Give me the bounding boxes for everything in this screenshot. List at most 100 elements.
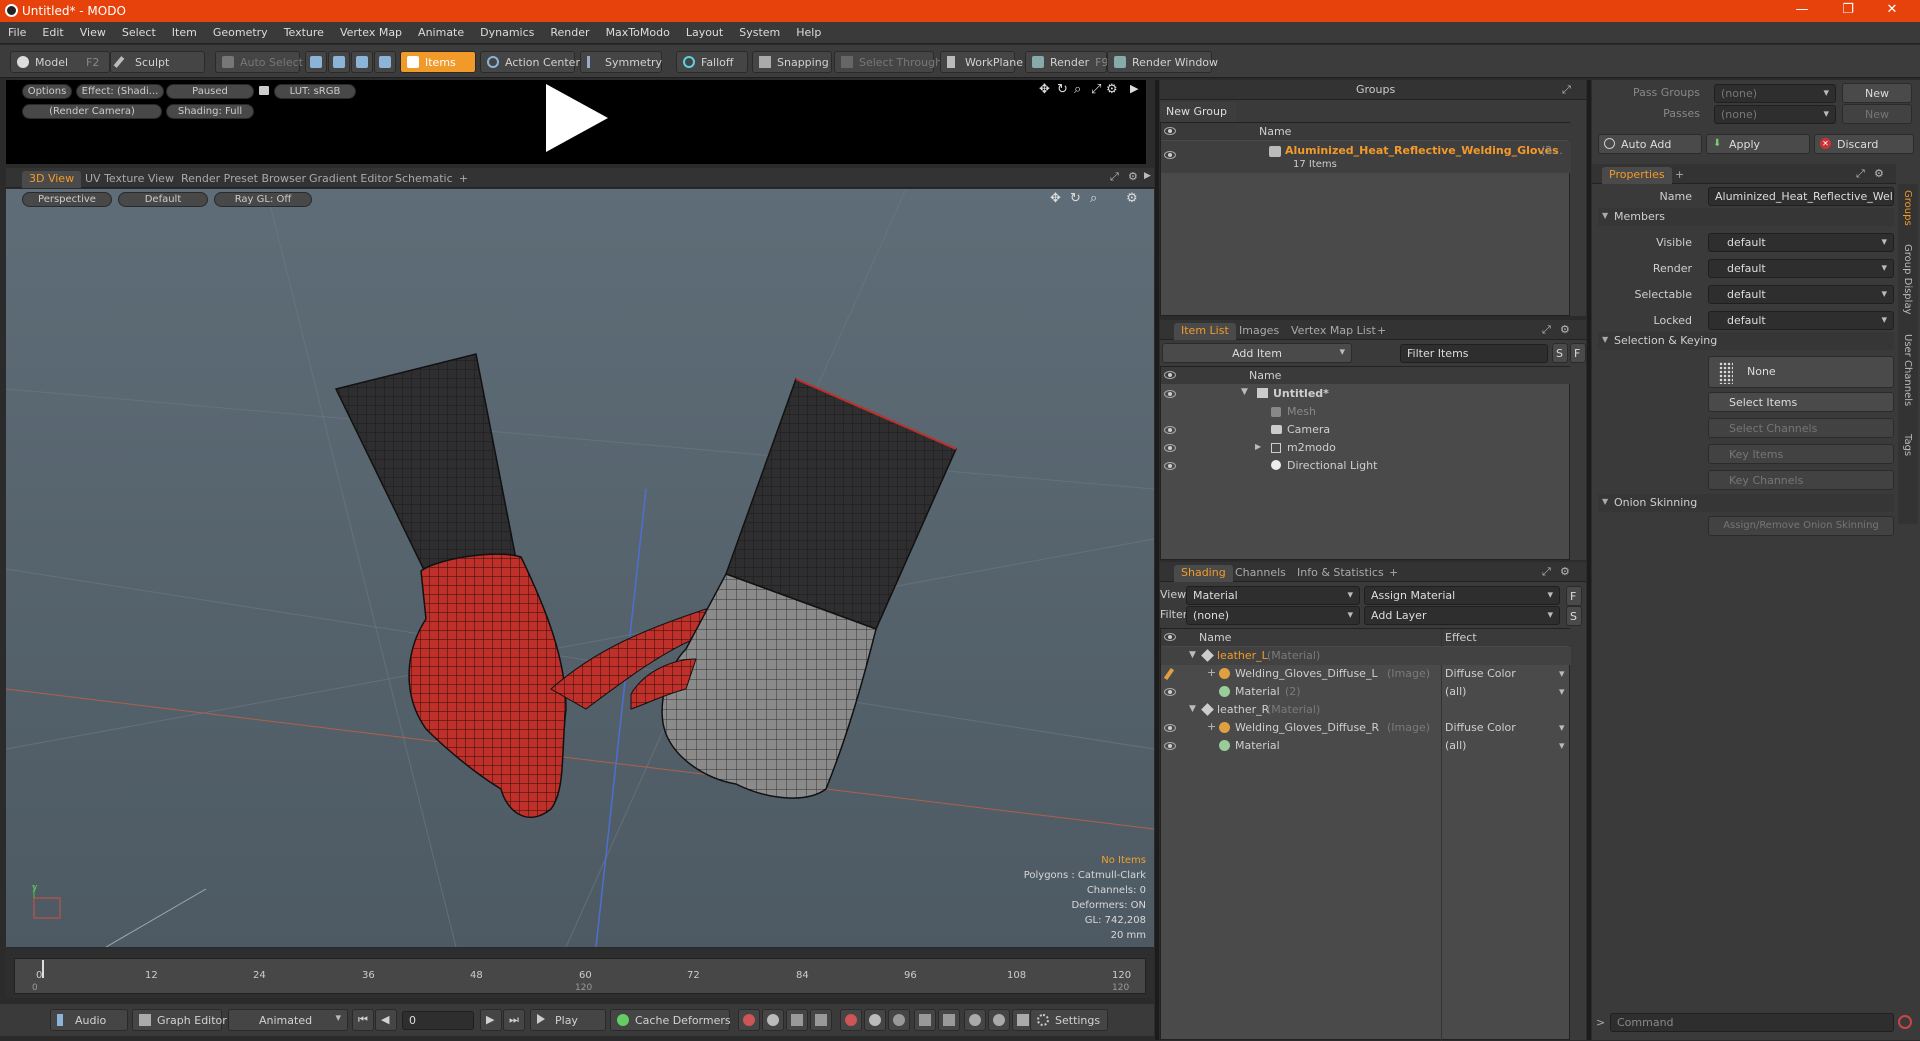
shader-row-diffuse-l[interactable]: + Welding_Gloves_Diffuse_L (Image) Diffu… — [1161, 665, 1571, 683]
add-tab-button[interactable]: + — [1382, 565, 1405, 582]
key-remove-icon[interactable] — [888, 1009, 910, 1031]
groups-maximize-icon[interactable]: ⤢ — [1562, 83, 1571, 97]
effect-dropdown-icon[interactable]: ▾ — [1559, 685, 1565, 698]
filter-dropdown[interactable]: (none) — [1186, 606, 1360, 625]
side-tab-tags[interactable]: Tags — [1902, 434, 1913, 456]
item-row-mesh[interactable]: Mesh — [1161, 403, 1571, 421]
snapping-button[interactable]: Snapping — [752, 51, 832, 73]
item-row-untitled[interactable]: ▼ Untitled* — [1161, 385, 1571, 403]
members-section-header[interactable]: ▼ Members — [1598, 208, 1894, 226]
tab-gradient-editor[interactable]: Gradient Editor — [302, 171, 400, 188]
play-preview-icon[interactable] — [546, 84, 608, 152]
menu-maxtomodo[interactable]: MaxToModo — [598, 22, 678, 44]
shader-row-diffuse-r[interactable]: + Welding_Gloves_Diffuse_R (Image) Diffu… — [1161, 719, 1571, 737]
shader-visibility-icon[interactable] — [1164, 724, 1176, 732]
viewport-gear-icon[interactable]: ⚙ — [1128, 170, 1138, 183]
goto-start-icon[interactable]: ⏮ — [352, 1009, 374, 1031]
effect-dropdown-icon[interactable]: ▾ — [1559, 721, 1565, 734]
item-row-camera[interactable]: Camera — [1161, 421, 1571, 439]
material-mode-button[interactable] — [374, 51, 396, 73]
group-name-input[interactable]: Aluminized_Heat_Reflective_Weldin — [1708, 187, 1894, 206]
menu-geometry[interactable]: Geometry — [205, 22, 276, 44]
minimize-icon[interactable]: — — [1782, 2, 1822, 17]
render-dropdown[interactable]: default — [1708, 259, 1894, 278]
action-center-button[interactable]: Action Center — [480, 51, 580, 73]
new-pass-button[interactable]: New — [1842, 104, 1912, 124]
shader-row-material-1[interactable]: Material (2) (all) ▾ — [1161, 683, 1571, 701]
item-row-m2modo[interactable]: ▶ m2modo — [1161, 439, 1571, 457]
default-style-dropdown[interactable]: Default — [118, 192, 208, 207]
shading-s-button[interactable]: S — [1566, 606, 1582, 626]
auto-key-icon[interactable] — [762, 1009, 784, 1031]
shading-maximize-icon[interactable]: ⤢ — [1542, 565, 1551, 579]
key-set-icon[interactable] — [864, 1009, 886, 1031]
close-icon[interactable]: ✕ — [1872, 2, 1912, 17]
new-group-button[interactable]: New Group — [1160, 102, 1236, 122]
expand-arrow-icon[interactable]: ▼ — [1241, 387, 1248, 397]
add-layer-dropdown[interactable]: Add Layer — [1364, 606, 1560, 625]
item-visibility-icon[interactable] — [1164, 390, 1176, 398]
menu-item[interactable]: Item — [164, 22, 205, 44]
falloff-button[interactable]: Falloff — [676, 51, 748, 73]
key-record-icon[interactable] — [738, 1009, 760, 1031]
effect-dropdown-icon[interactable]: ▾ — [1559, 739, 1565, 752]
symmetry-button[interactable]: Symmetry — [580, 51, 662, 73]
shader-visibility-icon[interactable] — [1164, 688, 1176, 696]
menu-layout[interactable]: Layout — [678, 22, 731, 44]
menu-system[interactable]: System — [731, 22, 788, 44]
side-tab-group-display[interactable]: Group Display — [1902, 244, 1913, 314]
shading-f-button[interactable]: F — [1566, 586, 1582, 606]
preview-shading-dropdown[interactable]: Shading: Full — [166, 104, 254, 119]
preview-camera-dropdown[interactable]: (Render Camera) — [22, 104, 162, 119]
command-input[interactable]: Command — [1610, 1013, 1894, 1032]
sculpt-mode-button[interactable]: Sculpt — [110, 51, 205, 73]
graph-editor-button[interactable]: Graph Editor — [132, 1009, 227, 1031]
menu-help[interactable]: Help — [788, 22, 829, 44]
3d-viewport[interactable]: Perspective Default Ray GL: Off ✥ ↻ ⌕ ⚙ … — [6, 189, 1154, 947]
item-row-directional-light[interactable]: Directional Light — [1161, 457, 1571, 475]
group-row[interactable]: Aluminized_Heat_Reflective_Welding_Glove… — [1161, 141, 1571, 173]
preview-lut-dropdown[interactable]: LUT: sRGB — [274, 84, 356, 99]
tab-uv-texture-view[interactable]: UV Texture View — [78, 171, 181, 188]
preview-arrow-icon[interactable]: ▶ — [1130, 82, 1138, 95]
edge-mode-button[interactable] — [328, 51, 350, 73]
side-tab-groups[interactable]: Groups — [1902, 190, 1913, 226]
tab-images[interactable]: Images — [1232, 323, 1286, 340]
filter-f-button[interactable]: F — [1570, 343, 1586, 363]
selection-keying-section-header[interactable]: ▼ Selection & Keying — [1598, 332, 1894, 350]
animated-dropdown[interactable]: Animated — [228, 1009, 348, 1031]
step-forward-icon[interactable]: ▶ — [480, 1009, 502, 1031]
preview-options-button[interactable]: Options — [22, 84, 72, 99]
tab-3d-view[interactable]: 3D View — [22, 171, 82, 188]
filter-s-button[interactable]: S — [1552, 343, 1568, 363]
tab-properties[interactable]: Properties — [1602, 167, 1672, 184]
vp-zoom-icon[interactable]: ⌕ — [1090, 191, 1097, 206]
key-items-button[interactable]: Key Items — [1708, 444, 1894, 464]
shader-row-leather-l[interactable]: ▼ leather_L (Material) — [1161, 647, 1571, 665]
assign-onion-button[interactable]: Assign/Remove Onion Skinning — [1708, 516, 1894, 536]
tab-render-preset-browser[interactable]: Render Preset Browser — [174, 171, 313, 188]
sync-icon[interactable] — [988, 1009, 1010, 1031]
settings-button[interactable]: Settings — [1030, 1009, 1108, 1031]
group-visibility-icon[interactable] — [1164, 151, 1176, 159]
properties-gear-icon[interactable]: ⚙ — [1874, 167, 1884, 180]
item-visibility-icon[interactable] — [1164, 462, 1176, 470]
menu-select[interactable]: Select — [114, 22, 164, 44]
menu-animate[interactable]: Animate — [410, 22, 472, 44]
new-pass-group-button[interactable]: New — [1842, 83, 1912, 103]
tab-item-list[interactable]: Item List — [1174, 323, 1236, 340]
preview-zoom-icon[interactable]: ⌕ — [1074, 82, 1081, 97]
add-item-dropdown[interactable]: Add Item — [1162, 343, 1352, 363]
shader-visibility-icon[interactable] — [1164, 742, 1176, 750]
view-dropdown[interactable]: Material — [1186, 586, 1360, 605]
passes-dropdown[interactable]: (none) — [1714, 105, 1836, 124]
discard-button[interactable]: ✕ Discard — [1814, 134, 1914, 154]
shader-row-material-2[interactable]: Material (all) ▾ — [1161, 737, 1571, 755]
key-prev-icon[interactable] — [786, 1009, 808, 1031]
select-channels-button[interactable]: Select Channels — [1708, 418, 1894, 438]
auto-select-button[interactable]: Auto Select — [215, 51, 303, 73]
expand-plus-icon[interactable]: + — [1207, 720, 1216, 733]
audio-button[interactable]: Audio — [50, 1009, 128, 1031]
expand-arrow-icon[interactable]: ▼ — [1189, 650, 1196, 660]
workplane-button[interactable]: WorkPlane — [940, 51, 1023, 73]
